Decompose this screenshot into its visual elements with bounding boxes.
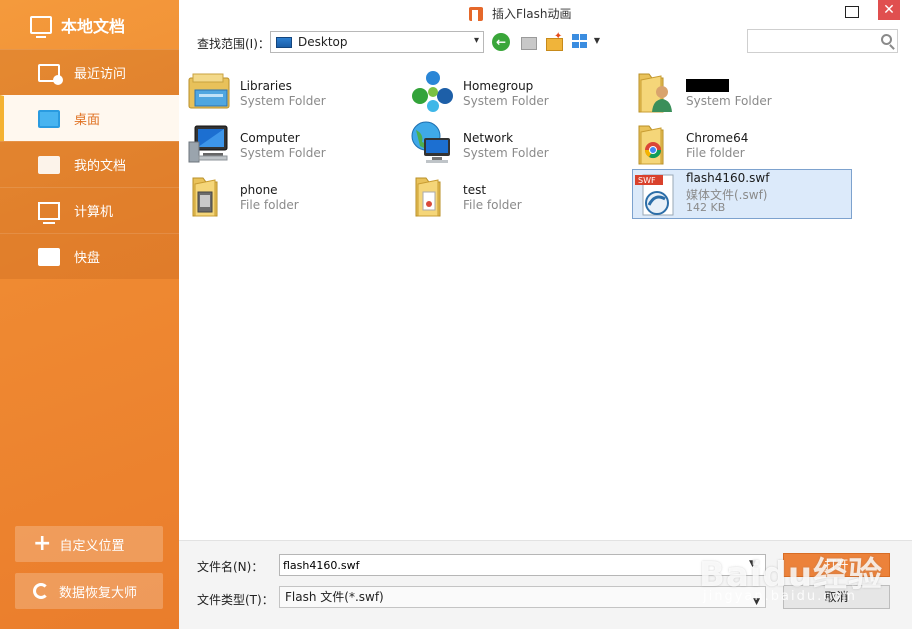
file-item-computer[interactable]: Computer System Folder — [181, 117, 401, 167]
view-grid-icon — [572, 34, 579, 40]
desktop-icon — [38, 109, 60, 128]
file-type: File folder — [686, 146, 745, 160]
sidebar-item-label: 桌面 — [74, 113, 101, 128]
chevron-down-icon: ▾ — [473, 35, 479, 46]
file-item-libraries[interactable]: Libraries System Folder — [181, 65, 401, 115]
sidebar-item-computer[interactable]: 计算机 — [0, 187, 179, 233]
monitor-icon — [30, 15, 52, 38]
redaction-block — [686, 79, 729, 92]
file-item-flash4160-swf[interactable]: SWF flash4160.swf 媒体文件(.swf) 142 KB — [632, 169, 852, 219]
data-recovery-button[interactable]: 数据恢复大师 — [15, 573, 163, 609]
view-grid-icon — [580, 42, 587, 48]
sidebar-item-cloud-drive[interactable]: 快盘 — [0, 233, 179, 279]
dialog-title-text: 插入Flash动画 — [492, 7, 572, 21]
back-button[interactable]: ← — [492, 33, 510, 51]
sidebar: 本地文档 最近访问 桌面 我的文档 计算机 快盘 + 自定义位置 数据恢复大师 — [0, 0, 179, 629]
computer-icon — [188, 125, 228, 163]
filetype-dropdown[interactable]: Flash 文件(*.swf) ▼ — [279, 586, 766, 608]
folder-icon — [638, 125, 664, 165]
file-type: File folder — [463, 198, 522, 212]
recovery-icon — [33, 583, 49, 599]
search-box[interactable] — [747, 29, 898, 53]
view-grid-icon — [572, 42, 579, 48]
file-type: System Folder — [686, 94, 772, 108]
search-icon[interactable] — [881, 34, 892, 45]
file-item-homegroup[interactable]: Homegroup System Folder — [404, 65, 624, 115]
sidebar-item-desktop[interactable]: 桌面 — [0, 95, 179, 141]
search-input[interactable] — [748, 30, 868, 52]
libraries-icon — [188, 73, 230, 109]
file-item-test[interactable]: test File folder — [404, 169, 624, 219]
file-name: test — [463, 183, 487, 197]
sidebar-title: 本地文档 — [61, 16, 126, 36]
filetype-label: 文件类型(T)： — [197, 593, 274, 607]
file-list: Libraries System Folder Homegroup System… — [181, 60, 908, 538]
network-icon — [411, 121, 450, 163]
title-bar: 插入Flash动画 ✕ — [179, 0, 912, 26]
look-in-value: Desktop — [298, 35, 348, 49]
file-type: System Folder — [240, 146, 326, 160]
file-name: phone — [240, 183, 278, 197]
file-name: Network — [463, 131, 514, 145]
file-item-chrome64[interactable]: Chrome64 File folder — [627, 117, 847, 167]
new-folder-button[interactable] — [545, 31, 563, 51]
presentation-app-icon — [469, 6, 483, 21]
file-name: Homegroup — [463, 79, 534, 93]
file-item-user-folder[interactable]: System Folder — [627, 65, 847, 115]
sidebar-item-label: 我的文档 — [74, 159, 127, 174]
computer-icon — [38, 201, 60, 224]
file-type: System Folder — [463, 146, 549, 160]
sidebar-header: 本地文档 — [0, 0, 179, 49]
homegroup-icon — [412, 71, 453, 112]
recent-icon — [38, 63, 63, 85]
custom-location-label: 自定义位置 — [59, 538, 125, 554]
back-arrow-icon: ← — [495, 35, 507, 49]
view-grid-icon — [580, 34, 587, 40]
file-name: Chrome64 — [686, 131, 749, 145]
file-name: Libraries — [240, 79, 292, 93]
up-folder-button[interactable] — [519, 33, 537, 51]
file-item-network[interactable]: Network System Folder — [404, 117, 624, 167]
close-button[interactable]: ✕ — [878, 0, 900, 20]
folder-icon — [192, 177, 218, 217]
user-folder-icon — [638, 73, 672, 113]
look-in-dropdown[interactable]: Desktop ▾ — [270, 31, 484, 53]
svg-text:SWF: SWF — [638, 176, 656, 185]
file-type: System Folder — [240, 94, 326, 108]
file-name: Computer — [240, 131, 300, 145]
data-recovery-label: 数据恢复大师 — [59, 585, 138, 601]
look-in-label: 查找范围(I)： — [197, 37, 270, 51]
maximize-button[interactable] — [842, 3, 862, 21]
sidebar-item-label: 快盘 — [74, 251, 101, 266]
filename-label: 文件名(N)： — [197, 560, 264, 574]
swf-file-icon: SWF — [635, 174, 674, 216]
sidebar-item-label: 最近访问 — [74, 67, 127, 82]
dialog-title: 插入Flash动画 — [469, 5, 571, 22]
filename-input[interactable] — [279, 554, 766, 576]
file-item-phone[interactable]: phone File folder — [181, 169, 401, 219]
filetype-value: Flash 文件(*.swf) — [285, 590, 384, 604]
file-size: 142 KB — [686, 201, 726, 214]
folder-icon — [38, 155, 60, 174]
view-menu-button[interactable]: ▼ — [572, 33, 600, 51]
desktop-icon — [276, 36, 292, 48]
chevron-down-icon: ▼ — [753, 597, 760, 607]
file-type: System Folder — [463, 94, 549, 108]
file-form: 文件名(N)： ▼ 文件类型(T)： Flash 文件(*.swf) ▼ 打开 … — [179, 540, 912, 629]
file-name: flash4160.swf — [686, 171, 770, 185]
sidebar-item-label: 计算机 — [74, 205, 114, 220]
sidebar-item-my-documents[interactable]: 我的文档 — [0, 141, 179, 187]
chevron-down-icon: ▼ — [593, 36, 600, 45]
cancel-button[interactable]: 取消 — [783, 585, 890, 609]
sidebar-item-recent[interactable]: 最近访问 — [0, 49, 179, 95]
open-button[interactable]: 打开 — [783, 553, 890, 577]
file-type: File folder — [240, 198, 299, 212]
file-name-redacted — [686, 79, 729, 95]
folder-icon — [415, 177, 441, 217]
chevron-down-icon[interactable]: ▼ — [749, 559, 756, 569]
plus-icon: + — [33, 531, 52, 556]
cloud-drive-icon — [38, 247, 60, 266]
toolbar: 查找范围(I)： Desktop ▾ ← ▼ — [179, 28, 912, 58]
custom-location-button[interactable]: + 自定义位置 — [15, 526, 163, 562]
